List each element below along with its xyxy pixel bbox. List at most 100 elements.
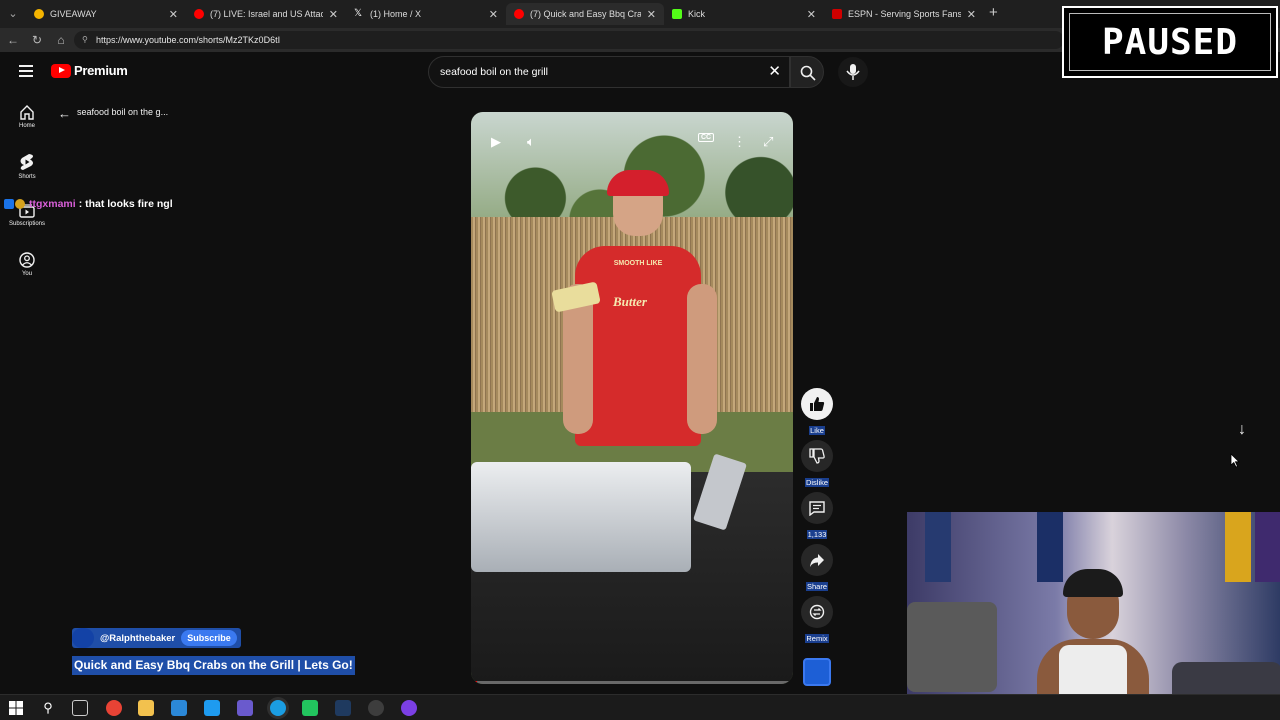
tab-title: Kick <box>688 9 706 19</box>
logo-text: Premium <box>74 63 128 78</box>
comments-count: 1,133 <box>806 530 828 539</box>
tab-close-icon[interactable]: ✕ <box>647 8 656 21</box>
remix-button[interactable]: Remix <box>801 596 833 646</box>
paused-overlay: PAUSED <box>1062 6 1278 78</box>
file-explorer-icon[interactable] <box>138 700 154 716</box>
share-label: Share <box>805 582 828 591</box>
new-tab-icon[interactable]: + <box>989 5 998 21</box>
back-arrow-icon[interactable]: ← <box>5 32 21 48</box>
address-bar[interactable]: ⚲ https://www.youtube.com/shorts/Mz2TKz0… <box>74 31 1064 49</box>
webcam-banner <box>1225 512 1251 582</box>
windows-start-icon[interactable] <box>8 700 24 716</box>
reload-icon[interactable]: ↻ <box>29 32 45 48</box>
thumbs-down-icon <box>809 448 825 464</box>
browser-tab[interactable]: 𝕏 (1) Home / X ✕ <box>346 3 506 25</box>
tab-close-icon[interactable]: ✕ <box>967 8 976 21</box>
browser-tab-active[interactable]: (7) Quick and Easy Bbq Crabs on t ✕ <box>506 3 664 25</box>
webcam-banner <box>925 512 951 582</box>
site-info-icon[interactable]: ⚲ <box>82 31 88 49</box>
guide-menu-icon[interactable] <box>19 65 33 77</box>
channel-avatar[interactable] <box>72 628 94 648</box>
guide-label: Home <box>18 123 35 129</box>
channel-row: @Ralphthebaker Subscribe <box>72 628 241 648</box>
fullscreen-icon[interactable]: ⤢ <box>763 134 773 150</box>
discord-icon[interactable] <box>401 700 417 716</box>
search-button[interactable] <box>790 56 824 88</box>
play-icon[interactable]: ▶ <box>491 134 501 150</box>
youtube-play-logo-icon <box>51 63 71 78</box>
chrome-icon[interactable] <box>106 700 122 716</box>
streamer-webcam <box>907 512 1280 720</box>
share-icon <box>810 554 824 567</box>
espn-favicon-icon <box>832 9 842 19</box>
like-button[interactable]: Like <box>801 388 833 438</box>
mouse-cursor-icon <box>1230 453 1240 468</box>
app-icon[interactable] <box>237 700 253 716</box>
next-video-arrow-icon[interactable]: ↓ <box>1230 418 1254 442</box>
youtube-premium-logo[interactable]: Premium <box>51 63 128 78</box>
captions-icon[interactable]: CC <box>698 133 715 142</box>
back-arrow-icon[interactable]: ← <box>58 106 71 121</box>
tab-close-icon[interactable]: ✕ <box>807 8 816 21</box>
guide-item-home[interactable]: Home <box>0 104 54 129</box>
paused-text: PAUSED <box>1101 22 1239 63</box>
dislike-button[interactable]: Dislike <box>801 440 833 490</box>
guide-item-shorts[interactable]: Shorts <box>0 153 54 180</box>
channel-handle[interactable]: @Ralphthebaker <box>100 633 175 644</box>
clear-search-icon[interactable]: ✕ <box>768 57 781 87</box>
webcam-mic-arm <box>907 602 997 692</box>
tab-close-icon[interactable]: ✕ <box>329 8 338 21</box>
streaming-app-icon[interactable] <box>302 700 318 716</box>
obs-icon[interactable] <box>368 700 384 716</box>
tab-close-icon[interactable]: ✕ <box>489 8 498 21</box>
home-icon[interactable]: ⌂ <box>53 32 69 48</box>
guide-label: Subscriptions <box>8 221 46 227</box>
remix-icon <box>809 604 825 620</box>
search-input[interactable]: seafood boil on the grill ✕ <box>428 56 790 88</box>
chat-username: ttgxmami <box>29 198 76 210</box>
volume-icon[interactable]: 🔈︎ <box>527 134 535 150</box>
webcam-banner <box>1255 512 1280 582</box>
voice-search-button[interactable] <box>838 57 868 87</box>
comments-button[interactable]: 1,133 <box>801 492 833 542</box>
breadcrumb[interactable]: seafood boil on the g... <box>77 107 168 117</box>
video-title[interactable]: Quick and Easy Bbq Crabs on the Grill | … <box>72 656 355 675</box>
subscriber-badge-icon <box>15 199 25 209</box>
shorts-video-player[interactable]: SMOOTH LIKE Butter ▶ 🔈︎ CC ⋮ ⤢ <box>471 112 793 684</box>
search-icon <box>800 65 816 81</box>
tab-actions-menu-icon[interactable]: ⌄ <box>4 5 22 23</box>
tab-title: (7) LIVE: Israel and US Attack Iran <box>210 9 323 19</box>
share-button[interactable]: Share <box>801 544 833 594</box>
outlook-icon[interactable] <box>171 700 187 716</box>
screen: ⌄ GIVEAWAY ✕ (7) LIVE: Israel and US Att… <box>0 0 1280 720</box>
thumbs-up-icon <box>810 397 825 411</box>
subscribe-button[interactable]: Subscribe <box>181 630 237 646</box>
browser-tab[interactable]: Kick ✕ <box>664 3 824 25</box>
search-query-text: seafood boil on the grill <box>440 66 548 78</box>
guide-item-you[interactable]: You <box>0 252 54 277</box>
video-arm <box>687 284 717 434</box>
you-icon <box>19 252 35 268</box>
video-progress-bar[interactable] <box>471 681 793 684</box>
comment-icon <box>809 501 825 516</box>
edge-icon[interactable] <box>270 700 286 716</box>
search-icon[interactable]: ⚲ <box>40 700 56 716</box>
task-view-icon[interactable] <box>72 700 88 716</box>
video-shirt: SMOOTH LIKE Butter <box>575 246 701 446</box>
sound-avatar[interactable] <box>803 658 831 686</box>
microphone-icon <box>846 64 860 80</box>
chat-badges <box>4 199 26 209</box>
store-icon[interactable] <box>204 700 220 716</box>
youtube-favicon-icon <box>194 9 204 19</box>
windows-taskbar: ⚲ <box>0 694 1280 720</box>
tab-title: (1) Home / X <box>370 9 422 19</box>
more-options-icon[interactable]: ⋮ <box>733 134 746 150</box>
browser-tab[interactable]: GIVEAWAY ✕ <box>26 3 186 25</box>
steam-icon[interactable] <box>335 700 351 716</box>
like-label: Like <box>809 426 825 435</box>
tab-close-icon[interactable]: ✕ <box>169 8 178 21</box>
tab-title: (7) Quick and Easy Bbq Crabs on t <box>530 9 641 19</box>
browser-tab[interactable]: (7) LIVE: Israel and US Attack Iran ✕ <box>186 3 346 25</box>
chat-text: : that looks fire ngl <box>78 198 173 210</box>
browser-tab[interactable]: ESPN - Serving Sports Fans. Anytim ✕ <box>824 3 984 25</box>
